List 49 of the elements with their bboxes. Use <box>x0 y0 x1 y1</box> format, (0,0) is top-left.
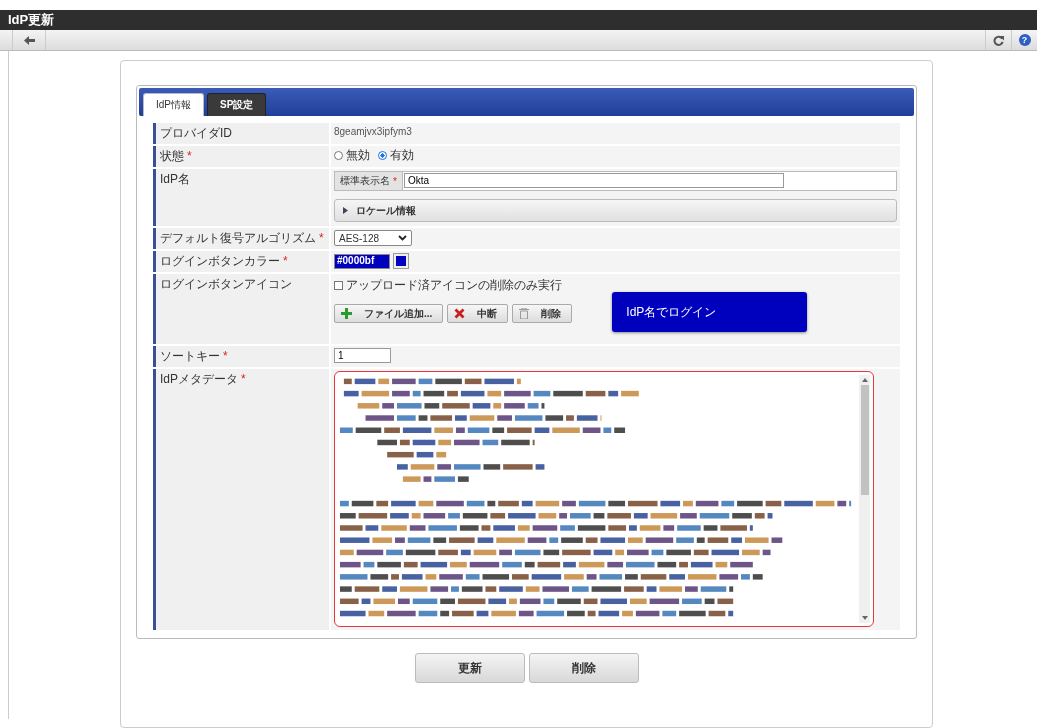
radio-button[interactable] <box>334 150 343 160</box>
field-label: 状態 <box>160 149 184 163</box>
required-mark: * <box>283 254 288 268</box>
required-mark: * <box>393 175 397 187</box>
window-title: IdP更新 <box>8 11 55 29</box>
field-sublabel: 標準表示名 <box>340 174 390 188</box>
form-button[interactable]: 更新 <box>414 653 525 683</box>
login-preview-button[interactable]: IdP名でログイン <box>612 292 808 332</box>
required-mark: * <box>223 349 228 363</box>
field-label: IdPメタデータ <box>160 372 238 386</box>
field-label: ログインボタンアイコン <box>160 277 292 291</box>
trash-icon <box>519 308 530 319</box>
scroll-down-icon[interactable] <box>861 616 868 620</box>
radio-label: 有効 <box>390 146 414 164</box>
field-label: デフォルト復号アルゴリズム <box>160 231 316 245</box>
tab[interactable]: SP設定 <box>207 93 267 116</box>
sort-key-input[interactable]: 1 <box>334 348 391 363</box>
help-button[interactable]: ? <box>1011 30 1037 50</box>
checkbox-label: アップロード済アイコンの削除のみ実行 <box>346 277 562 294</box>
scroll-up-icon[interactable] <box>861 378 868 382</box>
field-label: IdP名 <box>160 172 190 186</box>
checkbox[interactable] <box>334 281 343 290</box>
back-arrow-icon <box>23 35 35 45</box>
scrollbar[interactable] <box>859 375 870 623</box>
chevron-down-icon <box>398 235 407 241</box>
field-label: ソートキー <box>160 349 220 363</box>
algorithm-select[interactable]: AES-128 <box>334 230 412 246</box>
cross-icon <box>454 308 466 319</box>
tab[interactable]: IdP情報 <box>143 93 204 116</box>
form-button[interactable]: 削除 <box>528 653 639 683</box>
radio-label: 無効 <box>346 146 370 164</box>
file-button[interactable]: 削除 <box>512 304 573 323</box>
field-label: プロバイダID <box>160 126 232 140</box>
required-mark: * <box>319 231 324 245</box>
field-label: ログインボタンカラー <box>160 254 280 268</box>
color-picker-button[interactable] <box>393 253 409 269</box>
name-input[interactable]: Okta <box>403 173 784 188</box>
color-input[interactable]: #0000bf <box>334 253 390 269</box>
plus-icon <box>341 308 352 319</box>
file-button[interactable]: 中断 <box>447 304 509 323</box>
required-mark: * <box>187 149 192 163</box>
help-icon: ? <box>1018 34 1031 46</box>
back-button[interactable] <box>12 30 46 50</box>
file-button[interactable]: ファイル追加... <box>334 304 444 323</box>
provider-id-text: 8geamjvx3ipfym3 <box>334 126 412 137</box>
locale-section-header[interactable]: ロケール情報 <box>334 199 897 222</box>
refresh-icon <box>993 34 1004 46</box>
radio-button[interactable] <box>378 150 387 160</box>
required-mark: * <box>241 372 246 386</box>
